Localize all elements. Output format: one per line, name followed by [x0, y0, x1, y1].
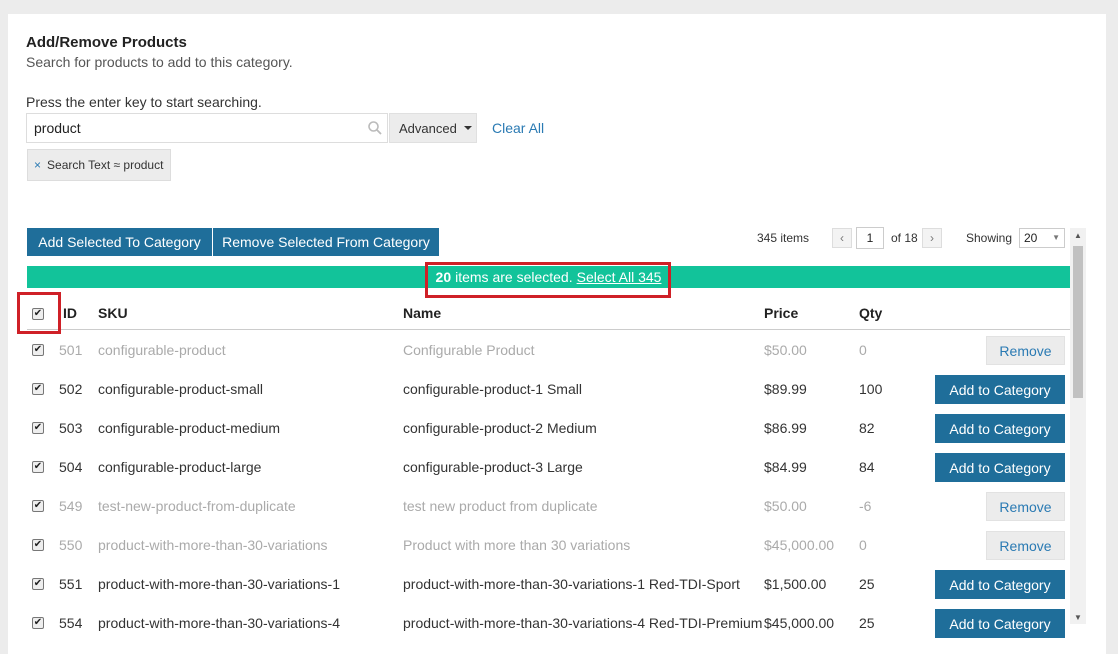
row-price: $50.00 [764, 498, 807, 514]
row-price: $50.00 [764, 342, 807, 358]
add-to-category-button[interactable]: Add to Category [935, 375, 1065, 404]
page-title: Add/Remove Products [26, 34, 187, 51]
row-checkbox[interactable]: ✔ [32, 539, 44, 551]
row-id: 503 [59, 420, 83, 436]
row-price: $45,000.00 [764, 537, 835, 553]
page-total: of 18 [891, 231, 918, 245]
row-price: $89.99 [764, 381, 807, 397]
add-selected-to-category-button[interactable]: Add Selected To Category [27, 228, 212, 256]
row-name: product-with-more-than-30-variations-4 R… [403, 615, 763, 631]
add-to-category-button[interactable]: Add to Category [935, 609, 1065, 638]
column-header-sku[interactable]: SKU [98, 305, 128, 321]
row-sku: product-with-more-than-30-variations-1 [98, 576, 340, 592]
previous-page-button[interactable]: ‹ [832, 228, 852, 248]
remove-selected-from-category-button[interactable]: Remove Selected From Category [213, 228, 439, 256]
showing-label: Showing [966, 231, 1013, 245]
row-checkbox[interactable]: ✔ [32, 344, 44, 356]
row-price: $84.99 [764, 459, 807, 475]
clear-all-link[interactable]: Clear All [492, 120, 544, 136]
advanced-search-dropdown[interactable]: Advanced [389, 113, 477, 143]
row-name: Configurable Product [403, 342, 535, 358]
page-size-value: 20 [1024, 231, 1038, 245]
row-name: configurable-product-1 Small [403, 381, 582, 397]
remove-button[interactable]: Remove [986, 531, 1065, 560]
page-subtitle: Search for products to add to this categ… [26, 54, 293, 70]
remove-button[interactable]: Remove [986, 336, 1065, 365]
search-input[interactable] [27, 114, 367, 142]
row-name: test new product from duplicate [403, 498, 598, 514]
items-count: 345 items [757, 231, 810, 245]
row-id: 501 [59, 342, 83, 358]
add-to-category-button[interactable]: Add to Category [935, 414, 1065, 443]
highlight-box-selection [425, 262, 671, 298]
highlight-box-checkbox [17, 292, 61, 334]
next-page-button[interactable]: › [922, 228, 942, 248]
scroll-down-arrow-icon[interactable]: ▼ [1070, 610, 1086, 624]
row-id: 551 [59, 576, 83, 592]
column-header-name[interactable]: Name [403, 305, 441, 321]
row-checkbox[interactable]: ✔ [32, 500, 44, 512]
scroll-up-arrow-icon[interactable]: ▲ [1070, 228, 1086, 242]
row-name: configurable-product-2 Medium [403, 420, 597, 436]
row-qty: 0 [859, 342, 867, 358]
add-to-category-button[interactable]: Add to Category [935, 570, 1065, 599]
caret-down-icon [463, 126, 472, 130]
row-name: product-with-more-than-30-variations-1 R… [403, 576, 740, 592]
row-id: 502 [59, 381, 83, 397]
row-sku: product-with-more-than-30-variations-4 [98, 615, 340, 631]
row-qty: 100 [859, 381, 883, 397]
filter-chip: × Search Text ≈ product [27, 149, 171, 181]
page-number-input[interactable]: 1 [856, 227, 884, 249]
close-icon[interactable]: × [34, 158, 41, 172]
row-id: 549 [59, 498, 83, 514]
row-price: $1,500.00 [764, 576, 827, 592]
row-sku: test-new-product-from-duplicate [98, 498, 296, 514]
page-size-select[interactable]: 20 ▼ [1019, 228, 1065, 248]
row-id: 504 [59, 459, 83, 475]
search-box [26, 113, 388, 143]
row-price: $86.99 [764, 420, 807, 436]
row-qty: 82 [859, 420, 875, 436]
row-checkbox[interactable]: ✔ [32, 422, 44, 434]
row-checkbox[interactable]: ✔ [32, 461, 44, 473]
row-sku: configurable-product-large [98, 459, 262, 475]
row-sku: configurable-product-medium [98, 420, 281, 436]
column-header-id: ID [63, 305, 77, 321]
row-qty: 84 [859, 459, 875, 475]
scrollbar-thumb[interactable] [1073, 246, 1083, 398]
row-qty: -6 [859, 498, 872, 514]
add-remove-products-panel: Add/Remove Products Search for products … [8, 14, 1106, 654]
row-id: 550 [59, 537, 83, 553]
filter-chip-label: Search Text ≈ product [47, 158, 164, 172]
row-price: $45,000.00 [764, 615, 835, 631]
remove-button[interactable]: Remove [986, 492, 1065, 521]
row-checkbox[interactable]: ✔ [32, 383, 44, 395]
row-sku: configurable-product-small [98, 381, 263, 397]
search-hint: Press the enter key to start searching. [26, 94, 262, 110]
column-header-price[interactable]: Price [764, 305, 798, 321]
row-checkbox[interactable]: ✔ [32, 578, 44, 590]
row-sku: product-with-more-than-30-variations [98, 537, 328, 553]
search-icon[interactable] [367, 120, 383, 136]
row-checkbox[interactable]: ✔ [32, 617, 44, 629]
row-name: Product with more than 30 variations [403, 537, 631, 553]
chevron-down-icon: ▼ [1052, 233, 1060, 242]
column-header-qty[interactable]: Qty [859, 305, 882, 321]
row-sku: configurable-product [98, 342, 226, 358]
row-id: 554 [59, 615, 83, 631]
row-qty: 0 [859, 537, 867, 553]
row-qty: 25 [859, 615, 875, 631]
row-qty: 25 [859, 576, 875, 592]
add-to-category-button[interactable]: Add to Category [935, 453, 1065, 482]
row-name: configurable-product-3 Large [403, 459, 583, 475]
header-divider [27, 329, 1070, 330]
advanced-label: Advanced [399, 120, 457, 136]
